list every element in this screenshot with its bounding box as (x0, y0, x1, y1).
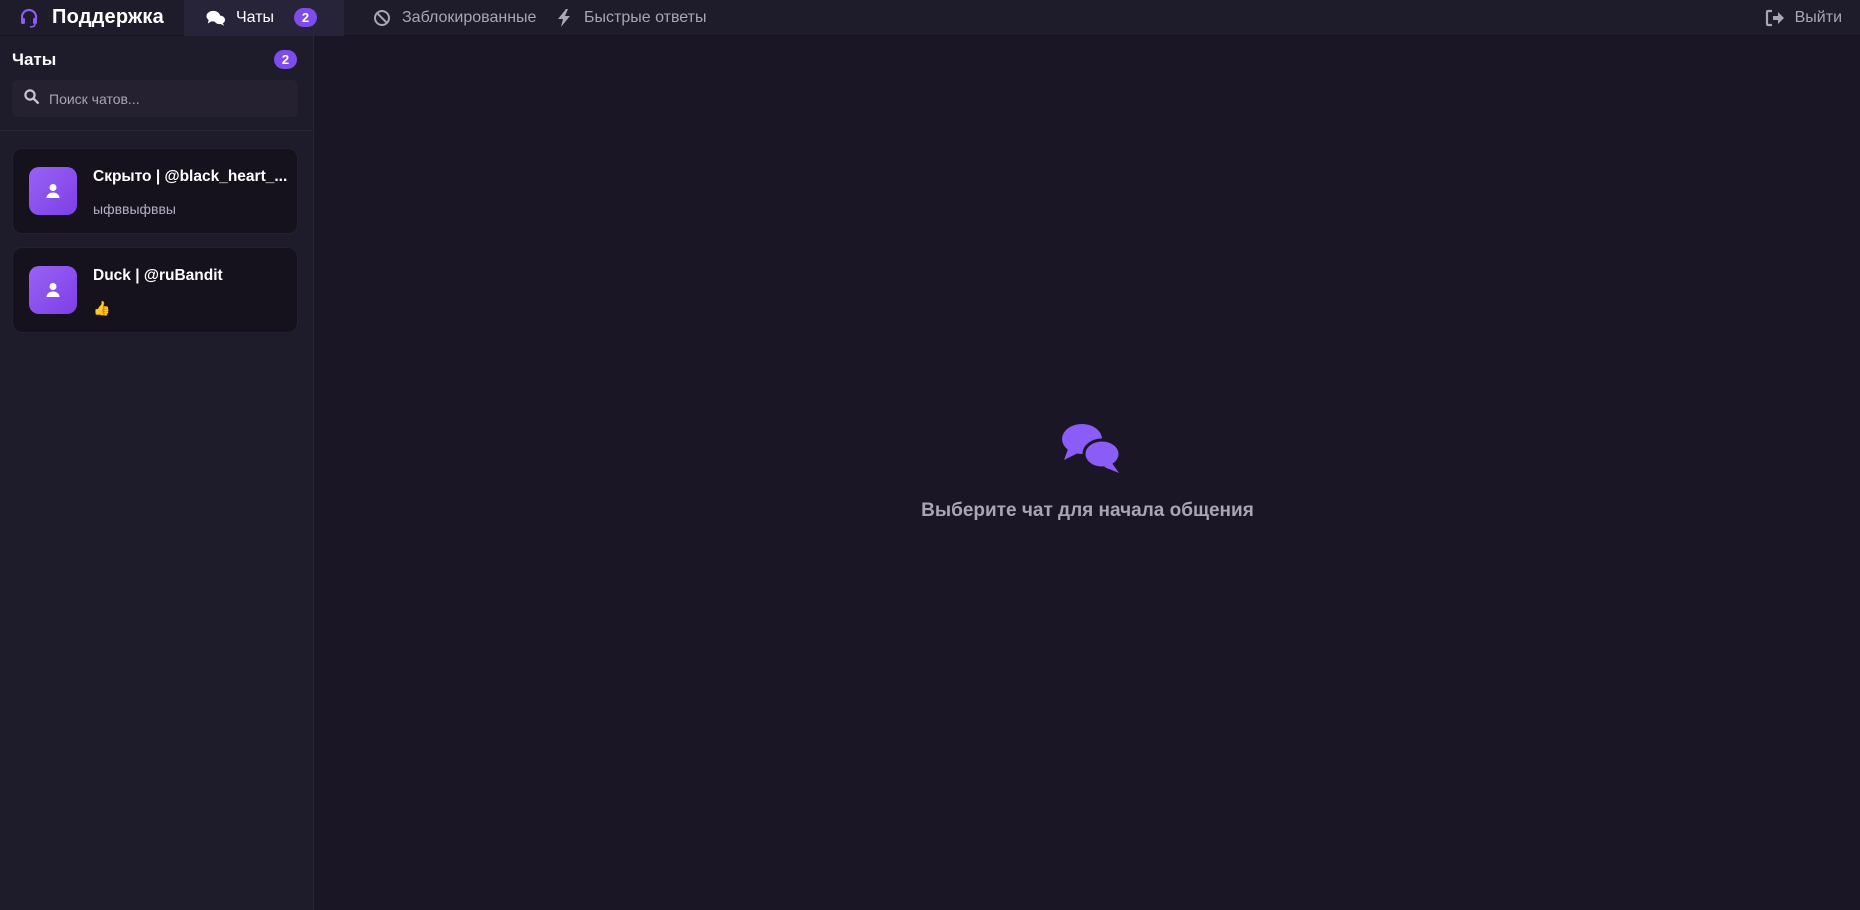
chat-sidebar: Чаты 2 Скрыто | @black_heart_... ыфввыфв… (0, 36, 314, 910)
comments-icon (206, 8, 226, 28)
top-navbar: Поддержка Чаты 2 Заблокированные Быстрые… (0, 0, 1860, 36)
headset-icon (18, 7, 40, 29)
logout-button[interactable]: Выйти (1765, 0, 1842, 36)
sidebar-header: Чаты 2 (0, 36, 313, 131)
user-icon (46, 184, 60, 198)
tab-quick-replies[interactable]: Быстрые ответы (554, 0, 754, 36)
avatar (29, 167, 77, 215)
tab-chats[interactable]: Чаты 2 (184, 0, 344, 36)
chat-name: Скрыто | @black_heart_... (93, 168, 288, 185)
brand-title: Поддержка (52, 6, 164, 28)
chat-list-item[interactable]: Duck | @ruBandit 👍 (12, 247, 298, 333)
empty-state-text: Выберите чат для начала общения (921, 500, 1254, 521)
sidebar-title: Чаты (12, 50, 57, 69)
bolt-icon (554, 8, 574, 28)
sign-out-icon (1765, 8, 1785, 28)
chat-preview: ыфввыфввы (93, 201, 176, 217)
chat-list: Скрыто | @black_heart_... ыфввыфввы Duck… (12, 148, 298, 346)
chat-count-badge: 2 (274, 50, 297, 69)
chat-name: Duck | @ruBandit (93, 267, 223, 284)
tab-blocked-label: Заблокированные (402, 8, 537, 26)
tab-quick-replies-label: Быстрые ответы (584, 8, 707, 26)
search-box (12, 80, 298, 117)
tab-chats-label: Чаты (236, 8, 275, 26)
tab-blocked[interactable]: Заблокированные (344, 0, 554, 36)
chat-preview: 👍 (93, 300, 111, 316)
brand: Поддержка (0, 0, 184, 36)
ban-icon (372, 8, 392, 28)
search-icon (24, 88, 40, 109)
comments-icon (1060, 422, 1122, 474)
avatar (29, 266, 77, 314)
tab-chats-badge: 2 (294, 8, 318, 27)
chat-empty-state: Выберите чат для начала общения (315, 36, 1860, 910)
logout-label: Выйти (1794, 9, 1842, 26)
chat-list-item[interactable]: Скрыто | @black_heart_... ыфввыфввы (12, 148, 298, 234)
user-icon (46, 283, 60, 297)
search-input[interactable] (49, 90, 289, 107)
